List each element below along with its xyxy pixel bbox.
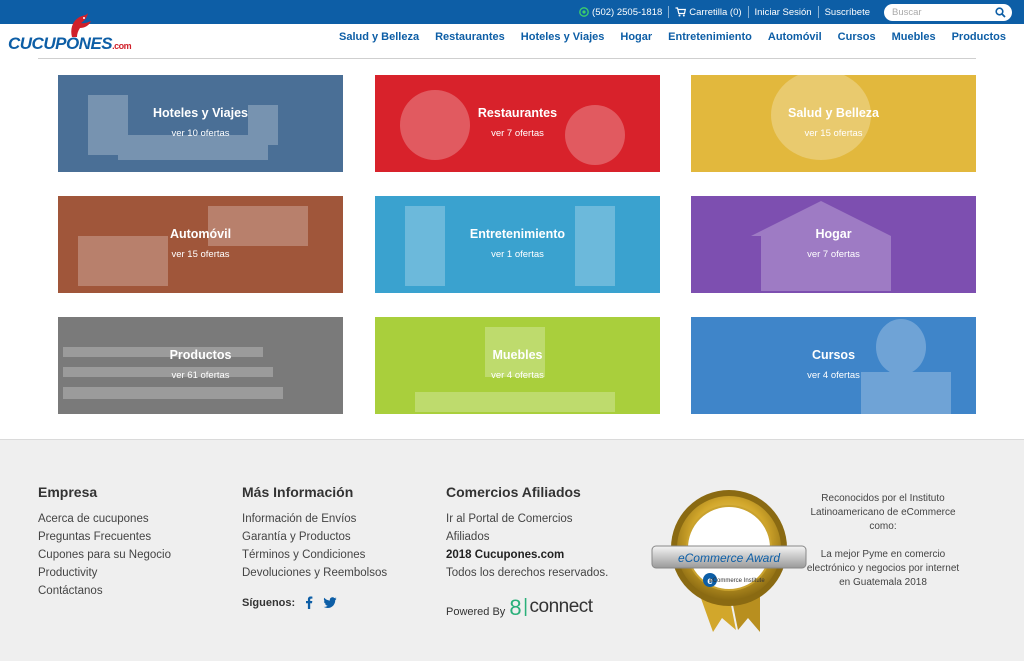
footer-empresa: Empresa Acerca de cucupones Preguntas Fr… <box>38 484 171 600</box>
rights-text: Todos los derechos reservados. <box>446 567 609 579</box>
tile-title: Muebles <box>492 348 543 362</box>
phone-number: (502) 2505-1818 <box>592 6 663 18</box>
nav-hoteles-y-viajes[interactable]: Hoteles y Viajes <box>521 31 605 43</box>
category-nav: Salud y Belleza Restaurantes Hoteles y V… <box>339 31 1006 43</box>
search-icon[interactable] <box>995 6 1006 18</box>
hotel-room-image <box>88 95 278 160</box>
link-preguntas[interactable]: Preguntas Frecuentes <box>38 528 171 546</box>
nav-salud-y-belleza[interactable]: Salud y Belleza <box>339 31 419 43</box>
link-garantia[interactable]: Garantía y Productos <box>242 528 387 546</box>
tile-count: ver 61 ofertas <box>171 370 230 381</box>
recognition-award: La mejor Pyme en comercio electrónico y … <box>806 549 960 588</box>
tile-automovil[interactable]: Automóvil ver 15 ofertas <box>58 196 343 293</box>
tile-count: ver 4 ofertas <box>491 370 544 381</box>
nav-muebles[interactable]: Muebles <box>892 31 936 43</box>
tile-count: ver 15 ofertas <box>171 249 230 260</box>
search-box <box>884 3 1012 21</box>
link-portal-comercios[interactable]: Ir al Portal de Comercios Afiliados <box>446 510 596 546</box>
nav-restaurantes[interactable]: Restaurantes <box>435 31 505 43</box>
tile-title: Restaurantes <box>477 106 558 120</box>
nav-cursos[interactable]: Cursos <box>838 31 876 43</box>
link-acerca[interactable]: Acerca de cucupones <box>38 510 171 528</box>
beauty-image <box>771 75 871 160</box>
tile-count: ver 4 ofertas <box>807 370 860 381</box>
header-divider <box>38 58 976 59</box>
tile-hoteles-y-viajes[interactable]: Hoteles y Viajes ver 10 ofertas <box>58 75 343 172</box>
nav-automovil[interactable]: Automóvil <box>768 31 822 43</box>
site-logo[interactable]: CUCUPONES.com <box>8 12 136 58</box>
category-grid: Hoteles y Viajes ver 10 ofertas Restaura… <box>58 75 976 415</box>
footer-mas-info: Más Información Información de Envíos Ga… <box>242 484 387 609</box>
tile-title: Entretenimiento <box>469 227 566 241</box>
tile-title: Cursos <box>811 348 856 362</box>
food-image <box>400 90 625 165</box>
footer-heading: Comercios Afiliados <box>446 484 581 500</box>
ecommerce-award-badge: Ganador Award eCommerce Award e eCommerc… <box>648 480 810 640</box>
tile-cursos[interactable]: Cursos ver 4 ofertas <box>691 317 976 414</box>
tile-productos[interactable]: Productos ver 61 ofertas <box>58 317 343 414</box>
svg-text:Ganador: Ganador <box>706 509 753 523</box>
powered-label: Powered By <box>446 606 506 618</box>
connect-logo: 8 | connect <box>509 595 593 620</box>
cart-label: Carretilla (0) <box>689 6 742 18</box>
top-bar: (502) 2505-1818 Carretilla (0) Iniciar S… <box>0 0 1024 24</box>
nav-entretenimiento[interactable]: Entretenimiento <box>668 31 752 43</box>
tile-title: Salud y Belleza <box>787 106 879 120</box>
tile-count: ver 15 ofertas <box>804 128 863 139</box>
carousel-image <box>405 206 615 286</box>
laptops-image <box>63 347 283 399</box>
tile-title: Automóvil <box>169 227 232 241</box>
link-envios[interactable]: Información de Envíos <box>242 510 387 528</box>
phone-link[interactable]: (502) 2505-1818 <box>573 7 668 18</box>
engine-image <box>78 206 308 286</box>
tile-restaurantes[interactable]: Restaurantes ver 7 ofertas <box>375 75 660 172</box>
follow-label: Síguenos: <box>242 596 296 609</box>
svg-text:eCommerce Institute: eCommerce Institute <box>709 578 765 584</box>
facebook-icon[interactable] <box>305 596 313 609</box>
link-contactanos[interactable]: Contáctanos <box>38 582 171 600</box>
recognition-text: Reconocidos por el Instituto Latinoameri… <box>805 492 961 590</box>
tile-salud-y-belleza[interactable]: Salud y Belleza ver 15 ofertas <box>691 75 976 172</box>
tile-count: ver 7 ofertas <box>491 128 544 139</box>
nav-hogar[interactable]: Hogar <box>620 31 652 43</box>
search-input[interactable] <box>884 6 992 18</box>
house-image <box>751 201 891 291</box>
powered-by[interactable]: Powered By 8 | connect <box>446 595 626 620</box>
svg-text:Award: Award <box>720 527 739 535</box>
link-productivity[interactable]: Productivity <box>38 564 171 582</box>
footer-heading: Empresa <box>38 484 98 500</box>
link-cupones-negocio[interactable]: Cupones para su Negocio <box>38 546 171 564</box>
link-terminos[interactable]: Términos y Condiciones <box>242 546 387 564</box>
tile-entretenimiento[interactable]: Entretenimiento ver 1 ofertas <box>375 196 660 293</box>
top-bar-links: (502) 2505-1818 Carretilla (0) Iniciar S… <box>573 0 1012 24</box>
svg-text:eCommerce Award: eCommerce Award <box>678 551 780 565</box>
footer-heading: Más Información <box>242 484 354 500</box>
social-follow: Síguenos: <box>242 596 387 609</box>
copyright: 2018 Cucupones.com <box>446 549 565 561</box>
main-header: CUCUPONES.com Salud y Belleza Restaurant… <box>0 13 1024 60</box>
subscribe-link[interactable]: Suscríbete <box>819 7 876 18</box>
cart-link[interactable]: Carretilla (0) <box>669 7 747 18</box>
recognition-intro: Reconocidos por el Instituto Latinoameri… <box>810 493 956 532</box>
tile-count: ver 1 ofertas <box>491 249 544 260</box>
login-link[interactable]: Iniciar Sesión <box>749 7 818 18</box>
footer-comercios: Comercios Afiliados Ir al Portal de Come… <box>446 484 626 620</box>
logo-wordmark: CUCUPONES.com <box>8 34 132 53</box>
student-image <box>861 319 951 414</box>
nav-productos[interactable]: Productos <box>952 31 1006 43</box>
tile-muebles[interactable]: Muebles ver 4 ofertas <box>375 317 660 414</box>
twitter-icon[interactable] <box>323 596 337 609</box>
tile-title: Productos <box>169 348 232 362</box>
whatsapp-icon <box>579 7 589 17</box>
link-devoluciones[interactable]: Devoluciones y Reembolsos <box>242 564 387 582</box>
tile-count: ver 7 ofertas <box>807 249 860 260</box>
tile-hogar[interactable]: Hogar ver 7 ofertas <box>691 196 976 293</box>
site-footer: Empresa Acerca de cucupones Preguntas Fr… <box>0 439 1024 661</box>
furniture-image <box>415 327 615 412</box>
tile-title: Hogar <box>815 227 852 241</box>
tile-count: ver 10 ofertas <box>171 128 230 139</box>
tile-title: Hoteles y Viajes <box>153 106 248 120</box>
cart-icon <box>675 7 687 17</box>
